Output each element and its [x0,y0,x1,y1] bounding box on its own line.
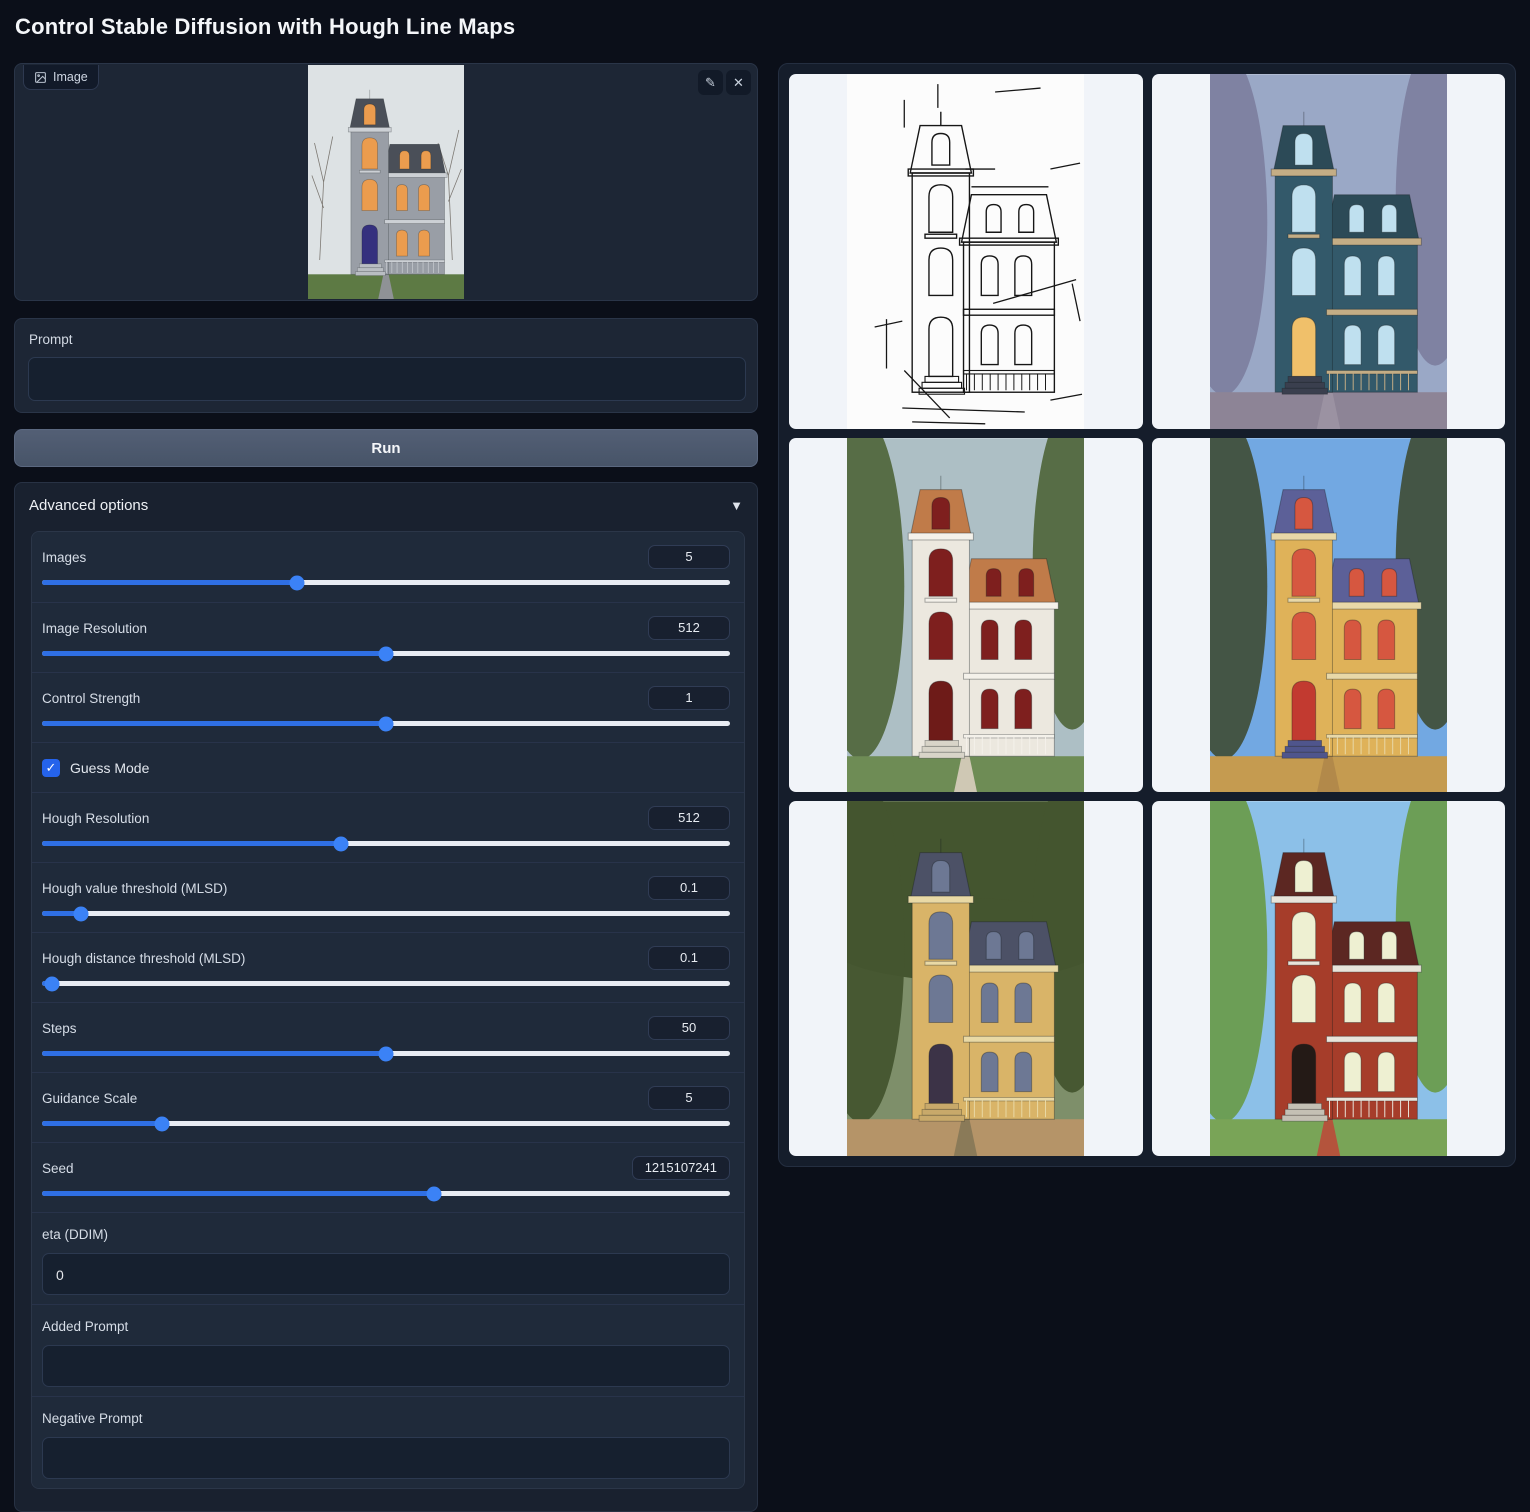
gallery-item-gold-victorian-painting[interactable] [789,801,1143,1156]
slider-fill [42,580,297,585]
slider-row-image-resolution: Image Resolution 512 [32,602,744,672]
slider-thumb[interactable] [74,906,89,921]
pencil-icon: ✎ [705,75,716,91]
gallery-item-hough-line-map[interactable] [789,74,1143,429]
slider-thumb[interactable] [379,1046,394,1061]
slider-fill [42,1121,162,1126]
textbox-input[interactable] [42,1345,730,1387]
gallery-item-yellow-victorian-painting[interactable] [1152,438,1506,793]
textbox-input[interactable]: 0 [42,1253,730,1295]
image-icon [34,71,47,84]
slider-label: Hough distance threshold (MLSD) [42,951,245,966]
slider-row-hough-distance-threshold-mlsd-: Hough distance threshold (MLSD) 0.1 [32,932,744,1002]
gallery-item-teal-victorian-painting[interactable] [1152,74,1506,429]
clear-image-button[interactable]: ✕ [726,70,751,95]
run-button[interactable]: Run [14,429,758,467]
textbox-row-negative-prompt: Negative Prompt [32,1396,744,1488]
slider-track[interactable] [42,841,730,846]
textbox-label: Negative Prompt [42,1411,143,1426]
slider-label: Hough value threshold (MLSD) [42,881,227,896]
slider-track[interactable] [42,1121,730,1126]
slider-value-input[interactable]: 512 [648,806,730,830]
chevron-down-icon: ▼ [730,498,743,513]
advanced-options-title: Advanced options [29,497,148,514]
slider-label: Steps [42,1021,77,1036]
slider-row-images: Images 5 [32,532,744,602]
slider-label: Image Resolution [42,621,147,636]
close-icon: ✕ [733,75,744,91]
slider-label: Images [42,550,86,565]
textbox-label: eta (DDIM) [42,1227,108,1242]
gallery-item-red-brick-victorian-painting[interactable] [1152,801,1506,1156]
slider-track[interactable] [42,651,730,656]
slider-track[interactable] [42,1191,730,1196]
slider-track[interactable] [42,1051,730,1056]
slider-thumb[interactable] [45,976,60,991]
slider-label: Control Strength [42,691,140,706]
slider-thumb[interactable] [334,836,349,851]
slider-value-input[interactable]: 0.1 [648,876,730,900]
slider-row-steps: Steps 50 [32,1002,744,1072]
slider-thumb[interactable] [289,575,304,590]
slider-track[interactable] [42,981,730,986]
slider-label: Guidance Scale [42,1091,137,1106]
slider-value-input[interactable]: 1215107241 [632,1156,730,1180]
advanced-options-form: Images 5 Image Resolution 512 Control Streng… [31,531,745,1489]
advanced-options-header[interactable]: Advanced options ▼ [15,483,757,529]
guess-mode-checkbox[interactable]: ✓ [42,759,60,777]
slider-track[interactable] [42,911,730,916]
slider-thumb[interactable] [427,1186,442,1201]
slider-value-input[interactable]: 5 [648,545,730,569]
gallery-item-white-victorian-painting[interactable] [789,438,1143,793]
slider-fill [42,651,386,656]
slider-value-input[interactable]: 50 [648,1016,730,1040]
slider-fill [42,1191,434,1196]
result-gallery [778,63,1516,1167]
slider-value-input[interactable]: 512 [648,616,730,640]
slider-value-input[interactable]: 1 [648,686,730,710]
slider-label: Hough Resolution [42,811,149,826]
slider-row-guidance-scale: Guidance Scale 5 [32,1072,744,1142]
textbox-row-eta-ddim-: eta (DDIM) 0 [32,1212,744,1304]
textbox-label: Added Prompt [42,1319,128,1334]
gallery-grid [789,74,1505,1156]
image-component-label: Image [23,65,99,90]
slider-track[interactable] [42,580,730,585]
textbox-row-added-prompt: Added Prompt [32,1304,744,1396]
slider-thumb[interactable] [379,716,394,731]
checkbox-label: Guess Mode [70,760,149,776]
checkbox-row-guess-mode: ✓ Guess Mode [32,742,744,792]
slider-fill [42,1051,386,1056]
prompt-input[interactable] [28,357,746,401]
prompt-panel: Prompt [14,318,758,413]
textbox-input[interactable] [42,1437,730,1479]
slider-fill [42,721,386,726]
input-image-preview[interactable] [295,65,478,299]
edit-image-button[interactable]: ✎ [698,70,723,95]
slider-row-hough-value-threshold-mlsd-: Hough value threshold (MLSD) 0.1 [32,862,744,932]
slider-track[interactable] [42,721,730,726]
slider-row-control-strength: Control Strength 1 [32,672,744,742]
page-title: Control Stable Diffusion with Hough Line… [15,14,515,40]
advanced-options-panel: Advanced options ▼ Images 5 Image Resoluti… [14,482,758,1512]
slider-value-input[interactable]: 0.1 [648,946,730,970]
prompt-label: Prompt [29,332,73,347]
slider-label: Seed [42,1161,74,1176]
slider-row-hough-resolution: Hough Resolution 512 [32,792,744,862]
slider-fill [42,841,341,846]
slider-thumb[interactable] [379,646,394,661]
slider-value-input[interactable]: 5 [648,1086,730,1110]
slider-thumb[interactable] [155,1116,170,1131]
slider-row-seed: Seed 1215107241 [32,1142,744,1212]
input-image-panel[interactable]: Image ✎ ✕ [14,63,758,301]
